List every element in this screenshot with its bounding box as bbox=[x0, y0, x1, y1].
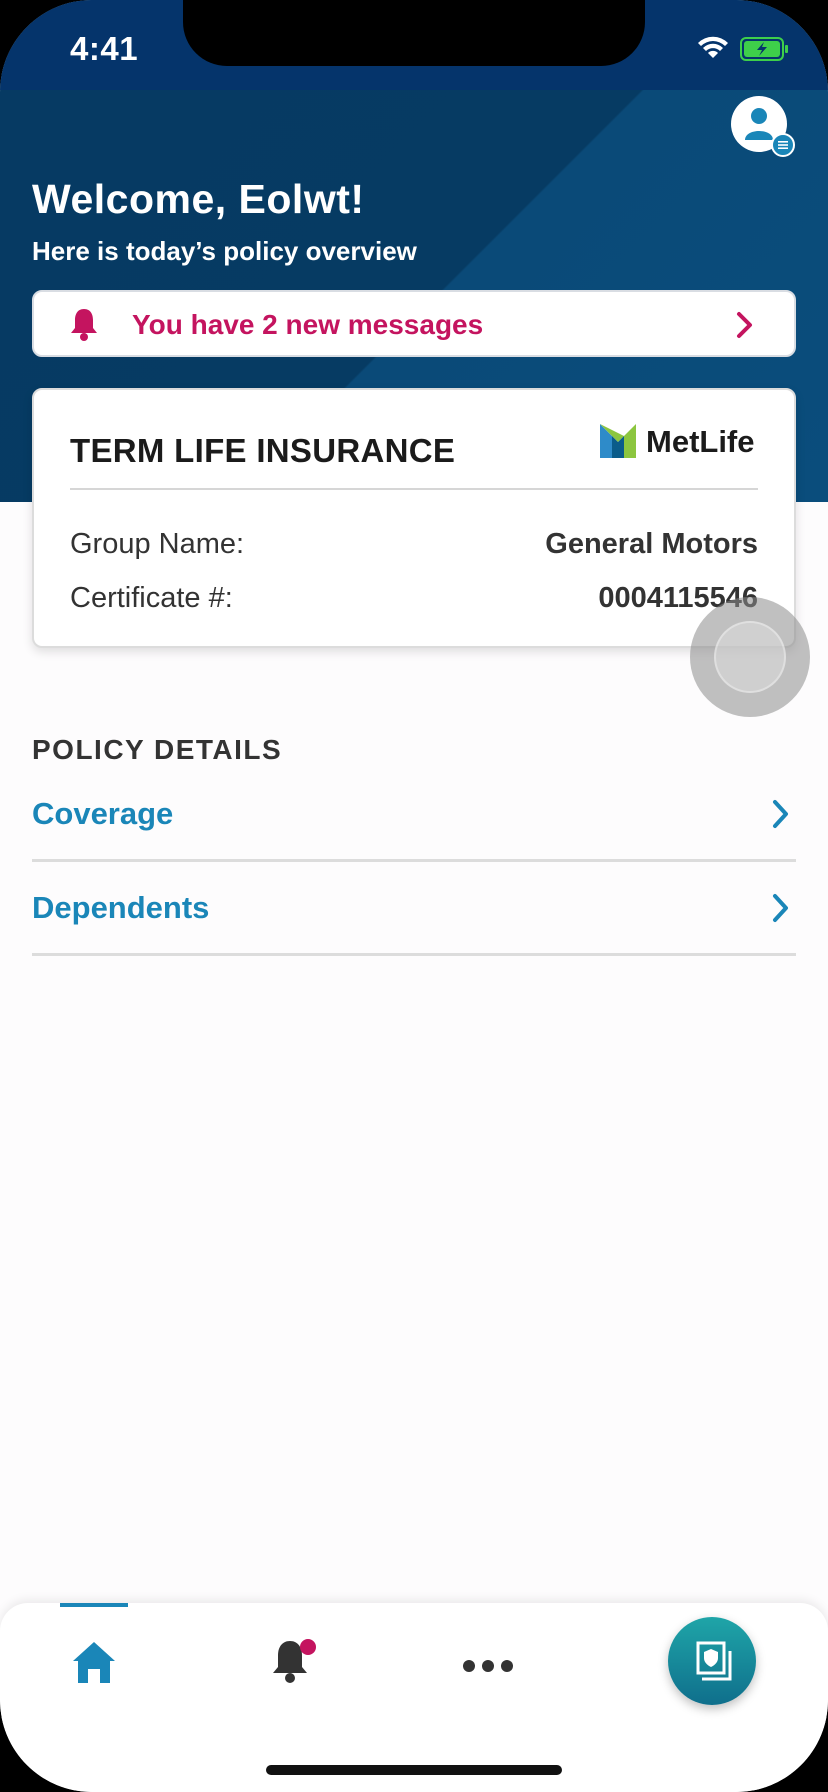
bell-icon bbox=[71, 309, 97, 341]
messages-banner[interactable]: You have 2 new messages bbox=[32, 290, 796, 357]
policy-title: TERM LIFE INSURANCE bbox=[70, 432, 456, 469]
touch-indicator-inner bbox=[714, 621, 786, 693]
menu-badge-icon[interactable] bbox=[771, 133, 795, 157]
home-indicator[interactable] bbox=[266, 1765, 562, 1775]
dependents-label: Dependents bbox=[32, 890, 210, 925]
more-icon[interactable] bbox=[462, 1659, 514, 1673]
notification-dot bbox=[300, 1639, 316, 1655]
status-time: 4:41 bbox=[70, 30, 139, 67]
certificate-label: Certificate #: bbox=[70, 582, 233, 614]
coverage-label: Coverage bbox=[32, 796, 174, 831]
home-icon[interactable] bbox=[70, 1639, 118, 1685]
brand-name: MetLife bbox=[646, 424, 755, 459]
wifi-icon bbox=[698, 36, 728, 58]
chevron-right-icon bbox=[737, 312, 752, 338]
group-name-value: General Motors bbox=[545, 528, 758, 560]
battery-icon bbox=[740, 37, 788, 61]
dependents-row[interactable]: Dependents bbox=[32, 862, 796, 956]
welcome-title: Welcome, Eolwt! bbox=[32, 176, 365, 222]
bottom-navigation bbox=[0, 1603, 828, 1792]
policy-details-heading: POLICY DETAILS bbox=[32, 734, 283, 765]
group-name-label: Group Name: bbox=[70, 528, 245, 560]
device-notch bbox=[183, 0, 645, 66]
policy-card-button[interactable] bbox=[668, 1617, 756, 1705]
messages-text: You have 2 new messages bbox=[132, 309, 484, 340]
metlife-logo-icon bbox=[600, 424, 636, 458]
policy-card[interactable]: TERM LIFE INSURANCE MetLife Group Name: … bbox=[32, 388, 796, 648]
coverage-row[interactable]: Coverage bbox=[32, 768, 796, 862]
card-divider bbox=[70, 488, 758, 490]
row-divider bbox=[32, 953, 796, 956]
chevron-right-icon bbox=[773, 894, 788, 922]
policy-document-icon bbox=[696, 1641, 732, 1681]
active-tab-indicator bbox=[60, 1603, 128, 1607]
chevron-right-icon bbox=[773, 800, 788, 828]
touch-indicator bbox=[690, 597, 810, 717]
welcome-subtitle: Here is today’s policy overview bbox=[32, 236, 417, 266]
app-screen: 4:41 Welcome, Eolwt! Here is today’s pol… bbox=[0, 0, 828, 1792]
